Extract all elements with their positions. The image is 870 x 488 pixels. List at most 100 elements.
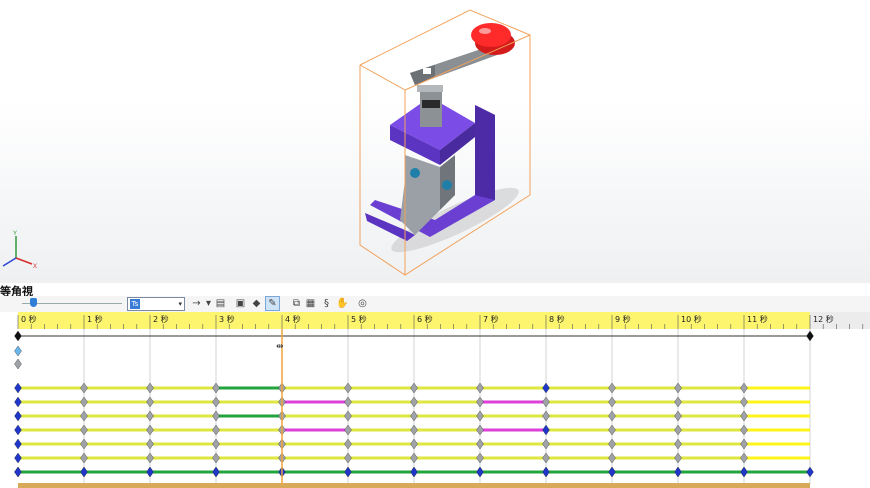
key-point[interactable]: [80, 396, 88, 408]
key-point[interactable]: [80, 438, 88, 450]
key-point[interactable]: [674, 382, 682, 394]
model-key-start[interactable]: [14, 330, 22, 342]
hand-icon[interactable]: ✋: [336, 297, 349, 310]
sheets-icon[interactable]: ⧉: [290, 297, 303, 310]
key-point[interactable]: [410, 438, 418, 450]
key-point[interactable]: [14, 410, 22, 422]
ruler-tick-label: 11 秒: [747, 314, 768, 324]
key-point[interactable]: [608, 424, 616, 436]
key-point[interactable]: [806, 466, 814, 478]
key-point[interactable]: [476, 382, 484, 394]
key-point[interactable]: [146, 424, 154, 436]
key-point[interactable]: [410, 382, 418, 394]
key-point[interactable]: [14, 466, 22, 478]
key-point[interactable]: [740, 438, 748, 450]
key-point[interactable]: [608, 438, 616, 450]
key-point[interactable]: [542, 466, 550, 478]
motion-timeline[interactable]: 0 秒 1 秒 2 秒 3 秒 4 秒 5 秒 6 秒 7 秒 8 秒 9 秒 10 秒 11 秒 12…: [0, 312, 870, 488]
key-point[interactable]: [14, 382, 22, 394]
key-point[interactable]: [674, 410, 682, 422]
key-point[interactable]: [542, 396, 550, 408]
key-point[interactable]: [146, 452, 154, 464]
key-point[interactable]: [410, 452, 418, 464]
key-point[interactable]: [410, 410, 418, 422]
key-point[interactable]: [80, 382, 88, 394]
key-point[interactable]: [146, 396, 154, 408]
spring-icon[interactable]: §: [320, 297, 333, 310]
key-point[interactable]: [14, 452, 22, 464]
key-point[interactable]: [542, 424, 550, 436]
key-point[interactable]: [212, 452, 220, 464]
key-point[interactable]: [344, 424, 352, 436]
key-point[interactable]: [146, 466, 154, 478]
key-point[interactable]: [740, 396, 748, 408]
key-point[interactable]: [146, 438, 154, 450]
key-point[interactable]: [212, 396, 220, 408]
key-point[interactable]: [542, 438, 550, 450]
key-point[interactable]: [410, 396, 418, 408]
key-point[interactable]: [146, 410, 154, 422]
key-point[interactable]: [476, 466, 484, 478]
key-point[interactable]: [608, 396, 616, 408]
key-point[interactable]: [740, 410, 748, 422]
toggle-clamp-model[interactable]: [345, 5, 555, 280]
stack-icon[interactable]: ▦: [304, 297, 317, 310]
clipboard-icon[interactable]: ▤: [214, 297, 227, 310]
view-key[interactable]: [14, 345, 22, 357]
key-point[interactable]: [80, 410, 88, 422]
motion-study-icon[interactable]: ◎: [356, 297, 369, 310]
key-point[interactable]: [476, 424, 484, 436]
model-key-end[interactable]: [806, 330, 814, 342]
key-point[interactable]: [80, 424, 88, 436]
key-point[interactable]: [476, 410, 484, 422]
playback-speed-slider[interactable]: [22, 303, 122, 304]
key-point[interactable]: [14, 438, 22, 450]
gallery-icon[interactable]: ▣: [234, 297, 247, 310]
key-point[interactable]: [212, 382, 220, 394]
key-point[interactable]: [212, 424, 220, 436]
key-point[interactable]: [674, 452, 682, 464]
key-point[interactable]: [674, 466, 682, 478]
key-point[interactable]: [212, 410, 220, 422]
key-point[interactable]: [344, 382, 352, 394]
key-point[interactable]: [542, 410, 550, 422]
key-point[interactable]: [740, 424, 748, 436]
key-point[interactable]: [344, 452, 352, 464]
key-point[interactable]: [80, 452, 88, 464]
key-point[interactable]: [608, 410, 616, 422]
drag-handle-icon[interactable]: ⇹: [276, 342, 284, 352]
key-point[interactable]: [608, 382, 616, 394]
key-point[interactable]: [542, 452, 550, 464]
placement-icon[interactable]: ✎: [265, 296, 280, 311]
key-point[interactable]: [14, 424, 22, 436]
key-point[interactable]: [542, 382, 550, 394]
key-point[interactable]: [410, 424, 418, 436]
key-point[interactable]: [212, 438, 220, 450]
key-point[interactable]: [740, 382, 748, 394]
autokey-icon[interactable]: ◆: [250, 297, 263, 310]
key-point[interactable]: [410, 466, 418, 478]
key-point[interactable]: [14, 396, 22, 408]
key-point[interactable]: [80, 466, 88, 478]
key-point[interactable]: [476, 396, 484, 408]
key-point[interactable]: [740, 452, 748, 464]
key-point[interactable]: [476, 452, 484, 464]
key-point[interactable]: [212, 466, 220, 478]
key-point[interactable]: [146, 382, 154, 394]
key-point[interactable]: [674, 396, 682, 408]
interpolation-select[interactable]: Ts ▾: [127, 297, 185, 311]
key-point[interactable]: [344, 396, 352, 408]
key-point[interactable]: [608, 452, 616, 464]
key-point[interactable]: [674, 438, 682, 450]
key-point[interactable]: [344, 410, 352, 422]
playback-speed-slider-thumb[interactable]: [30, 298, 37, 307]
graphics-viewport[interactable]: Y X: [0, 0, 870, 283]
ruler-tick-label: 6 秒: [417, 314, 433, 324]
key-point[interactable]: [608, 466, 616, 478]
key-point[interactable]: [674, 424, 682, 436]
key-point[interactable]: [740, 466, 748, 478]
key-point[interactable]: [344, 438, 352, 450]
key-point[interactable]: [476, 438, 484, 450]
lighting-key[interactable]: [14, 358, 22, 370]
key-point[interactable]: [344, 466, 352, 478]
